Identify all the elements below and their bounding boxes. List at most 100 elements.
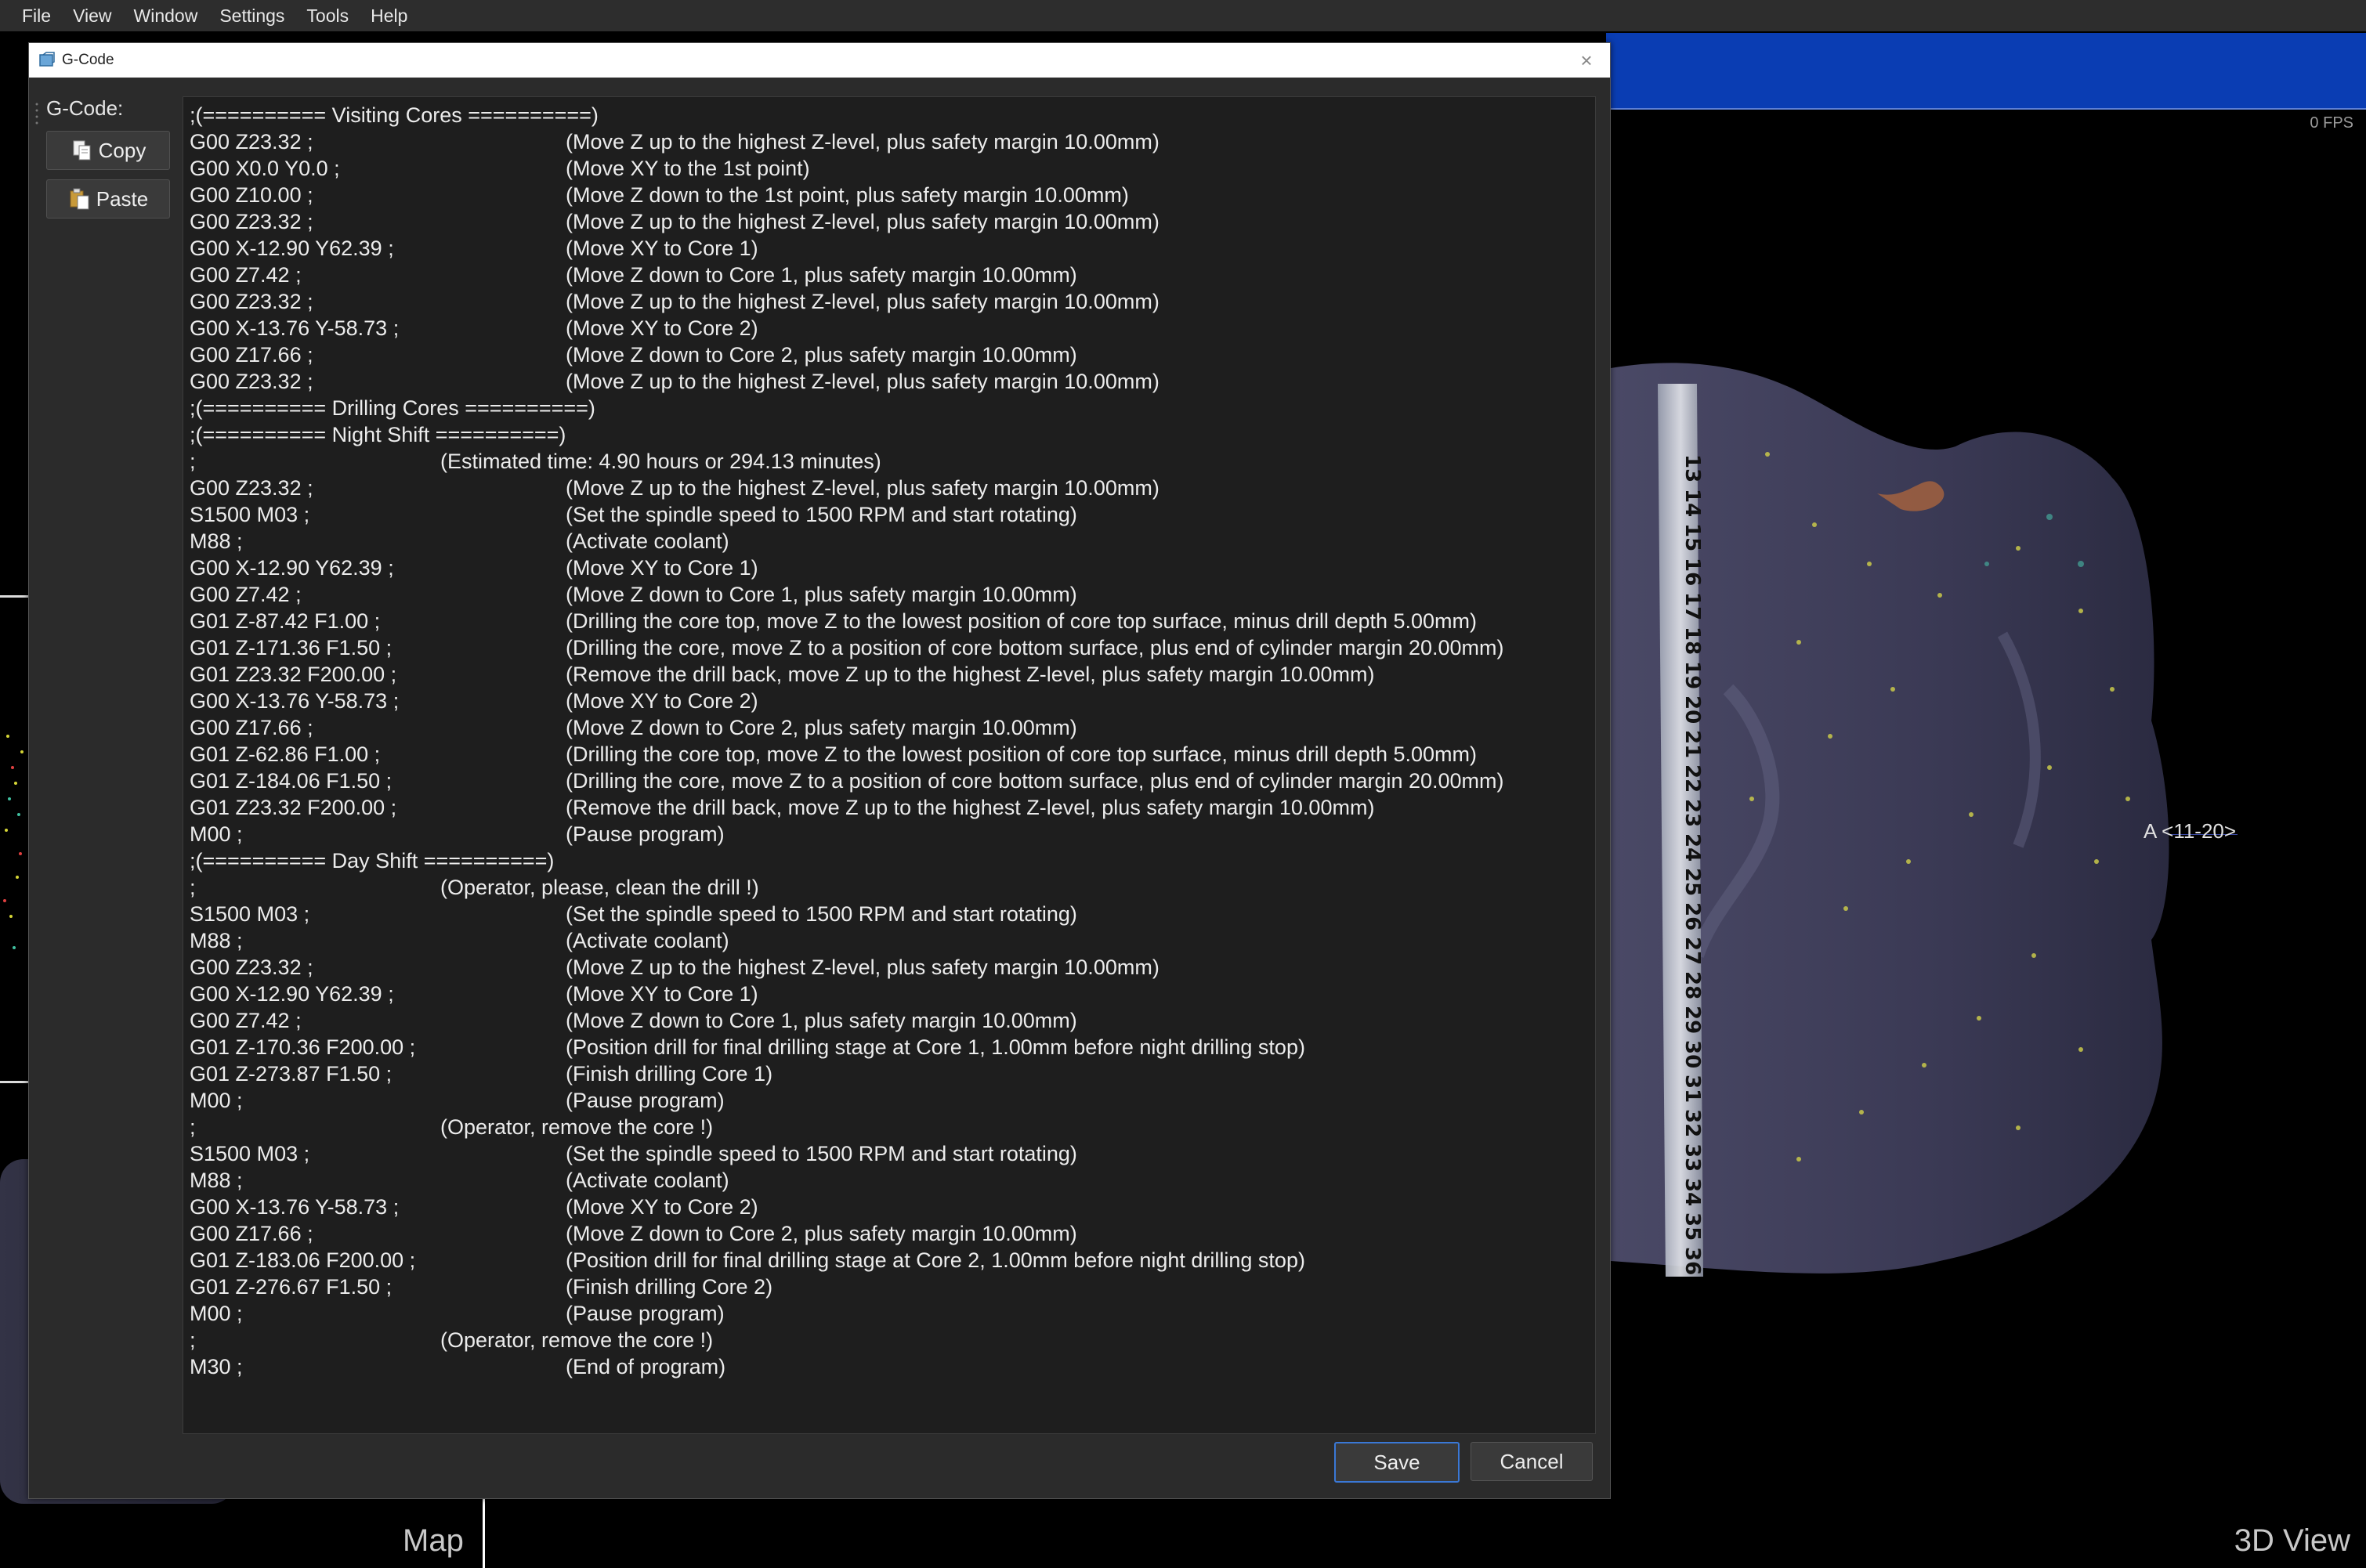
view-splitter[interactable] xyxy=(483,1496,485,1568)
gcode-command: ;(========== Night Shift ==========) xyxy=(190,423,566,446)
gcode-comment: (Activate coolant) xyxy=(566,529,729,553)
gcode-command: G00 X0.0 Y0.0 ; xyxy=(190,157,340,180)
cancel-button[interactable]: Cancel xyxy=(1471,1442,1593,1481)
gcode-comment: (Move Z up to the highest Z-level, plus … xyxy=(566,476,1159,500)
copy-label: Copy xyxy=(98,138,147,162)
gcode-comment: (Move Z down to Core 2, plus safety marg… xyxy=(566,343,1077,367)
gcode-comment: (Move XY to Core 1) xyxy=(566,237,758,260)
gcode-comment: (Set the spindle speed to 1500 RPM and s… xyxy=(566,1142,1077,1165)
gcode-line: G00 Z23.32 ; (Move Z up to the highest Z-… xyxy=(186,368,1595,395)
paste-button[interactable]: Paste xyxy=(46,179,170,219)
gcode-command: G00 X-13.76 Y-58.73 ; xyxy=(190,689,400,713)
menu-file[interactable]: File xyxy=(0,5,65,27)
gcode-line: ;(========== Night Shift ==========) xyxy=(186,421,1595,448)
gcode-comment: (Activate coolant) xyxy=(566,1169,729,1192)
gcode-comment: (Move Z up to the highest Z-level, plus … xyxy=(566,210,1159,233)
menu-window[interactable]: Window xyxy=(126,5,212,27)
gcode-line: G00 Z17.66 ; (Move Z down to Core 2, plus… xyxy=(186,341,1595,368)
gcode-line: G01 Z-184.06 F1.50 ; (Drilling the core, … xyxy=(186,768,1595,794)
gcode-line: M00 ; (Pause program) xyxy=(186,1087,1595,1114)
gcode-comment: (Operator, remove the core !) xyxy=(440,1328,714,1352)
gcode-line: M88 ; (Activate coolant) xyxy=(186,528,1595,555)
gcode-command: G00 X-12.90 Y62.39 ; xyxy=(190,982,394,1006)
gcode-line: G00 Z23.32 ; (Move Z up to the highest Z-… xyxy=(186,128,1595,155)
gcode-line: G00 X-13.76 Y-58.73 ; (Move XY to Core 2) xyxy=(186,1194,1595,1220)
gcode-comment: (Move XY to Core 1) xyxy=(566,556,758,580)
gcode-line: G00 X-12.90 Y62.39 ; (Move XY to Core 1) xyxy=(186,555,1595,581)
gcode-command: G00 Z23.32 ; xyxy=(190,290,313,313)
ruler-number: 20 xyxy=(1680,695,1704,724)
gcode-line: G01 Z-62.86 F1.00 ; (Drilling the core to… xyxy=(186,741,1595,768)
gcode-command: G00 Z23.32 ; xyxy=(190,130,313,154)
3d-view-label: 3D View xyxy=(2234,1523,2350,1558)
gcode-line: G00 Z17.66 ; (Move Z down to Core 2, plus… xyxy=(186,1220,1595,1247)
ruler-number: 34 xyxy=(1680,1178,1704,1206)
gcode-comment: (Move Z up to the highest Z-level, plus … xyxy=(566,290,1159,313)
gcode-line: G00 X-13.76 Y-58.73 ; (Move XY to Core 2) xyxy=(186,315,1595,341)
gcode-line: G00 Z7.42 ; (Move Z down to Core 1, plus … xyxy=(186,581,1595,608)
gcode-comment: (Estimated time: 4.90 hours or 294.13 mi… xyxy=(440,450,881,473)
ruler-number: 36 xyxy=(1680,1247,1704,1275)
ruler-number: 30 xyxy=(1680,1040,1704,1068)
ruler-number: 18 xyxy=(1680,627,1704,655)
gcode-command: G00 Z7.42 ; xyxy=(190,583,302,606)
gcode-line: G00 Z23.32 ; (Move Z up to the highest Z-… xyxy=(186,475,1595,501)
map-view-label: Map xyxy=(403,1523,464,1558)
fps-counter: 0 FPS xyxy=(2310,114,2353,132)
menu-settings[interactable]: Settings xyxy=(212,5,298,27)
save-button[interactable]: Save xyxy=(1334,1442,1460,1483)
ruler-number: 22 xyxy=(1680,764,1704,793)
gcode-line: G00 X-13.76 Y-58.73 ; (Move XY to Core 2) xyxy=(186,688,1595,714)
gcode-comment: (Pause program) xyxy=(566,822,725,846)
gcode-comment: (Drilling the core, move Z to a position… xyxy=(566,636,1504,659)
gcode-editor[interactable]: ;(========== Visiting Cores ==========) G… xyxy=(183,96,1596,1434)
ruler-number: 26 xyxy=(1680,902,1704,930)
gcode-comment: (Pause program) xyxy=(566,1089,725,1112)
ruler-number: 17 xyxy=(1680,592,1704,620)
menu-help[interactable]: Help xyxy=(363,5,421,27)
gcode-command: G01 Z23.32 F200.00 ; xyxy=(190,663,397,686)
ruler-number: 24 xyxy=(1680,833,1704,862)
gcode-line: G00 Z23.32 ; (Move Z up to the highest Z-… xyxy=(186,208,1595,235)
gcode-comment: (Drilling the core top, move Z to the lo… xyxy=(566,609,1478,633)
ruler-number: 16 xyxy=(1680,558,1704,586)
gcode-line: ; (Operator, please, clean the drill !) xyxy=(186,874,1595,901)
close-icon[interactable]: × xyxy=(1574,48,1599,73)
gcode-line: S1500 M03 ; (Set the spindle speed to 150… xyxy=(186,501,1595,528)
gcode-command: G01 Z-184.06 F1.50 ; xyxy=(190,769,393,793)
gcode-line: ;(========== Drilling Cores ==========) xyxy=(186,395,1595,421)
gcode-line: G01 Z-276.67 F1.50 ; (Finish drilling Cor… xyxy=(186,1274,1595,1300)
3d-object[interactable]: 13 14 15 16 17 18 19 20 21 22 23 24 25 26 27 28 29 30 31 32… xyxy=(1611,360,2191,1331)
gcode-command: G00 Z23.32 ; xyxy=(190,476,313,500)
gcode-comment: (Move Z down to Core 2, plus safety marg… xyxy=(566,1222,1077,1245)
dialog-titlebar[interactable]: G-Code × xyxy=(29,43,1610,78)
paste-icon xyxy=(70,188,89,210)
gcode-label: G-Code: xyxy=(46,96,124,120)
menu-view[interactable]: View xyxy=(65,5,125,27)
gcode-command: G00 X-12.90 Y62.39 ; xyxy=(190,556,394,580)
gcode-command: G01 Z-171.36 F1.50 ; xyxy=(190,636,393,659)
ruler-number: 32 xyxy=(1680,1109,1704,1137)
gcode-comment: (Drilling the core, move Z to a position… xyxy=(566,769,1504,793)
gcode-line: ; (Operator, remove the core !) xyxy=(186,1114,1595,1140)
gcode-command: S1500 M03 ; xyxy=(190,503,310,526)
gcode-comment: (Move Z up to the highest Z-level, plus … xyxy=(566,956,1159,979)
ruler-number: 31 xyxy=(1680,1075,1704,1103)
menu-tools[interactable]: Tools xyxy=(298,5,363,27)
gcode-dialog: G-Code × G-Code: Copy Paste ;(==========… xyxy=(28,42,1611,1499)
gcode-comment: (Move XY to Core 2) xyxy=(566,316,758,340)
gcode-comment: (Move Z down to Core 1, plus safety marg… xyxy=(566,1009,1077,1032)
gcode-line: G01 Z-87.42 F1.00 ; (Drilling the core to… xyxy=(186,608,1595,634)
gcode-command: M00 ; xyxy=(190,1089,243,1112)
gcode-command: ;(========== Visiting Cores ==========) xyxy=(190,103,599,127)
dialog-title: G-Code xyxy=(62,52,114,68)
gcode-command: G01 Z-87.42 F1.00 ; xyxy=(190,609,381,633)
gcode-command: G00 X-12.90 Y62.39 ; xyxy=(190,237,394,260)
gcode-command: G01 Z23.32 F200.00 ; xyxy=(190,796,397,819)
gcode-command: ;(========== Drilling Cores ==========) xyxy=(190,396,595,420)
gcode-comment: (Operator, please, clean the drill !) xyxy=(440,876,759,899)
gcode-command: G00 Z17.66 ; xyxy=(190,716,313,739)
menu-bar: File View Window Settings Tools Help xyxy=(0,0,2366,31)
gcode-comment: (Move Z down to Core 1, plus safety marg… xyxy=(566,583,1077,606)
copy-button[interactable]: Copy xyxy=(46,131,170,170)
